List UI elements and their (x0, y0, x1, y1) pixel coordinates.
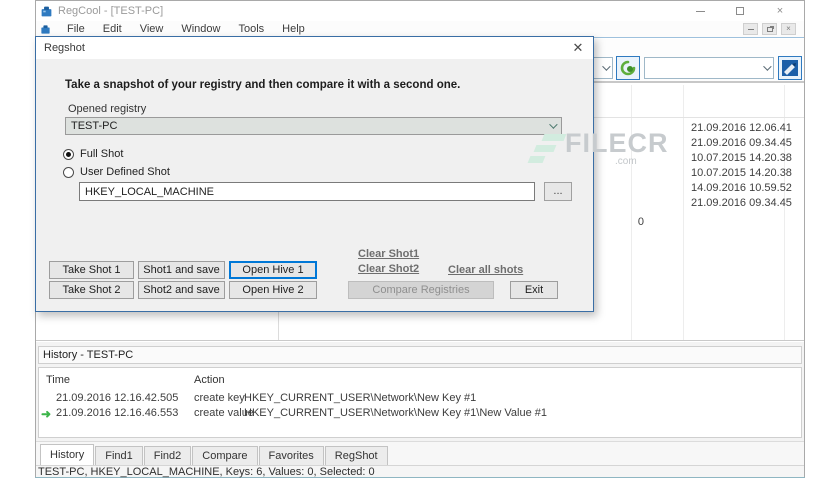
user-defined-shot-radio[interactable]: User Defined Shot (63, 166, 170, 178)
column-divider (631, 85, 632, 340)
history-panel-title: History - TEST-PC (38, 346, 802, 364)
exit-button[interactable]: Exit (510, 281, 558, 299)
list-item[interactable]: 10.07.2015 14.20.38 (691, 166, 792, 181)
open-hive2-button[interactable]: Open Hive 2 (229, 281, 317, 299)
history-column-time[interactable]: Time (46, 374, 70, 386)
bottom-tab-bar: History Find1 Find2 Compare Favorites Re… (36, 441, 804, 465)
refresh-icon (620, 60, 636, 76)
user-defined-shot-label: User Defined Shot (80, 166, 170, 178)
history-path: HKEY_CURRENT_USER\Network\New Key #1\New… (244, 407, 548, 419)
shot2-and-save-button[interactable]: Shot2 and save (138, 281, 225, 299)
registry-key-input[interactable] (79, 182, 535, 201)
menu-view[interactable]: View (131, 23, 173, 35)
chevron-down-icon (549, 120, 558, 129)
mdi-window-controls: × (743, 23, 796, 35)
menu-window[interactable]: Window (172, 23, 229, 35)
compare-registries-button[interactable]: Compare Registries (348, 281, 494, 299)
list-item[interactable]: 14.09.2016 10.59.52 (691, 181, 792, 196)
radio-unselected-icon (63, 166, 74, 178)
list-item[interactable]: 21.09.2016 12.06.41 (691, 121, 792, 136)
mdi-close-icon[interactable]: × (781, 23, 796, 35)
window-controls: × (680, 1, 800, 21)
regshot-dialog: Regshot ✕ Take a snapshot of your regist… (35, 36, 594, 312)
history-column-action[interactable]: Action (194, 374, 225, 386)
opened-registry-value: TEST-PC (71, 120, 118, 132)
full-shot-label: Full Shot (80, 148, 124, 160)
dialog-description: Take a snapshot of your registry and the… (65, 79, 461, 91)
history-panel: History - TEST-PC Time Action 21.09.2016… (36, 342, 804, 441)
opened-registry-label: Opened registry (68, 103, 147, 115)
size-total-value: 0 (637, 216, 644, 228)
tab-find1[interactable]: Find1 (95, 446, 143, 465)
table-row[interactable]: 21.09.2016 12.16.42.505 create key HKEY_… (39, 392, 801, 407)
search-combobox[interactable] (644, 57, 774, 79)
list-item[interactable]: 10.07.2015 14.20.38 (691, 151, 792, 166)
shot1-and-save-button[interactable]: Shot1 and save (138, 261, 225, 279)
history-time: 21.09.2016 12.16.42.505 (56, 392, 179, 404)
full-shot-radio[interactable]: Full Shot (63, 148, 123, 160)
tab-favorites[interactable]: Favorites (258, 446, 324, 465)
open-hive1-button[interactable]: Open Hive 1 (229, 261, 317, 279)
dialog-titlebar: Regshot ✕ (36, 37, 593, 59)
take-shot1-button[interactable]: Take Shot 1 (49, 261, 134, 279)
refresh-button[interactable] (616, 56, 640, 80)
clear-shot2-link[interactable]: Clear Shot2 (358, 263, 419, 275)
minimize-icon[interactable] (680, 1, 720, 21)
chevron-down-icon (763, 62, 772, 71)
close-icon[interactable]: × (760, 1, 800, 21)
regcool-app-icon (41, 6, 52, 16)
window-title: RegCool - [TEST-PC] (58, 5, 164, 17)
registry-tool-icon (782, 60, 798, 76)
list-item[interactable]: 21.09.2016 09.34.45 (691, 136, 792, 151)
current-position-arrow-icon: ➜ (41, 407, 52, 421)
tab-compare[interactable]: Compare (192, 446, 258, 465)
mdi-child-icon (41, 24, 50, 34)
dialog-title: Regshot (44, 42, 85, 54)
maximize-icon[interactable] (720, 1, 760, 21)
list-item[interactable]: 21.09.2016 09.34.45 (691, 196, 792, 211)
screenshot-root: RegCool - [TEST-PC] × File Edit View Win… (0, 0, 836, 484)
column-divider (683, 85, 684, 340)
history-path: HKEY_CURRENT_USER\Network\New Key #1 (244, 392, 477, 404)
menu-help[interactable]: Help (273, 23, 314, 35)
window-titlebar: RegCool - [TEST-PC] × (36, 1, 804, 21)
chevron-down-icon (602, 62, 611, 71)
history-time: 21.09.2016 12.16.46.553 (56, 407, 179, 419)
mdi-restore-icon[interactable] (762, 23, 777, 35)
menu-file[interactable]: File (58, 23, 94, 35)
compare-tool-button[interactable] (778, 56, 802, 80)
tab-regshot[interactable]: RegShot (324, 446, 388, 465)
history-table: Time Action 21.09.2016 12.16.42.505 crea… (38, 367, 802, 438)
dialog-close-icon[interactable]: ✕ (569, 39, 587, 57)
tab-find2[interactable]: Find2 (143, 446, 192, 465)
browse-button[interactable]: ... (544, 182, 572, 201)
opened-registry-combobox[interactable]: TEST-PC (65, 117, 562, 135)
take-shot2-button[interactable]: Take Shot 2 (49, 281, 134, 299)
radio-selected-icon (63, 148, 74, 160)
history-action: create key (194, 392, 245, 404)
menu-edit[interactable]: Edit (94, 23, 131, 35)
clear-all-shots-link[interactable]: Clear all shots (448, 264, 523, 276)
registry-list: 21.09.2016 12.06.41 21.09.2016 09.34.45 … (691, 121, 792, 211)
status-bar: TEST-PC, HKEY_LOCAL_MACHINE, Keys: 6, Va… (36, 465, 804, 478)
mdi-minimize-icon[interactable] (743, 23, 758, 35)
menu-tools[interactable]: Tools (229, 23, 273, 35)
clear-shot1-link[interactable]: Clear Shot1 (358, 248, 419, 260)
tab-history[interactable]: History (40, 444, 95, 465)
table-row[interactable]: ➜ 21.09.2016 12.16.46.553 create value H… (39, 407, 801, 422)
